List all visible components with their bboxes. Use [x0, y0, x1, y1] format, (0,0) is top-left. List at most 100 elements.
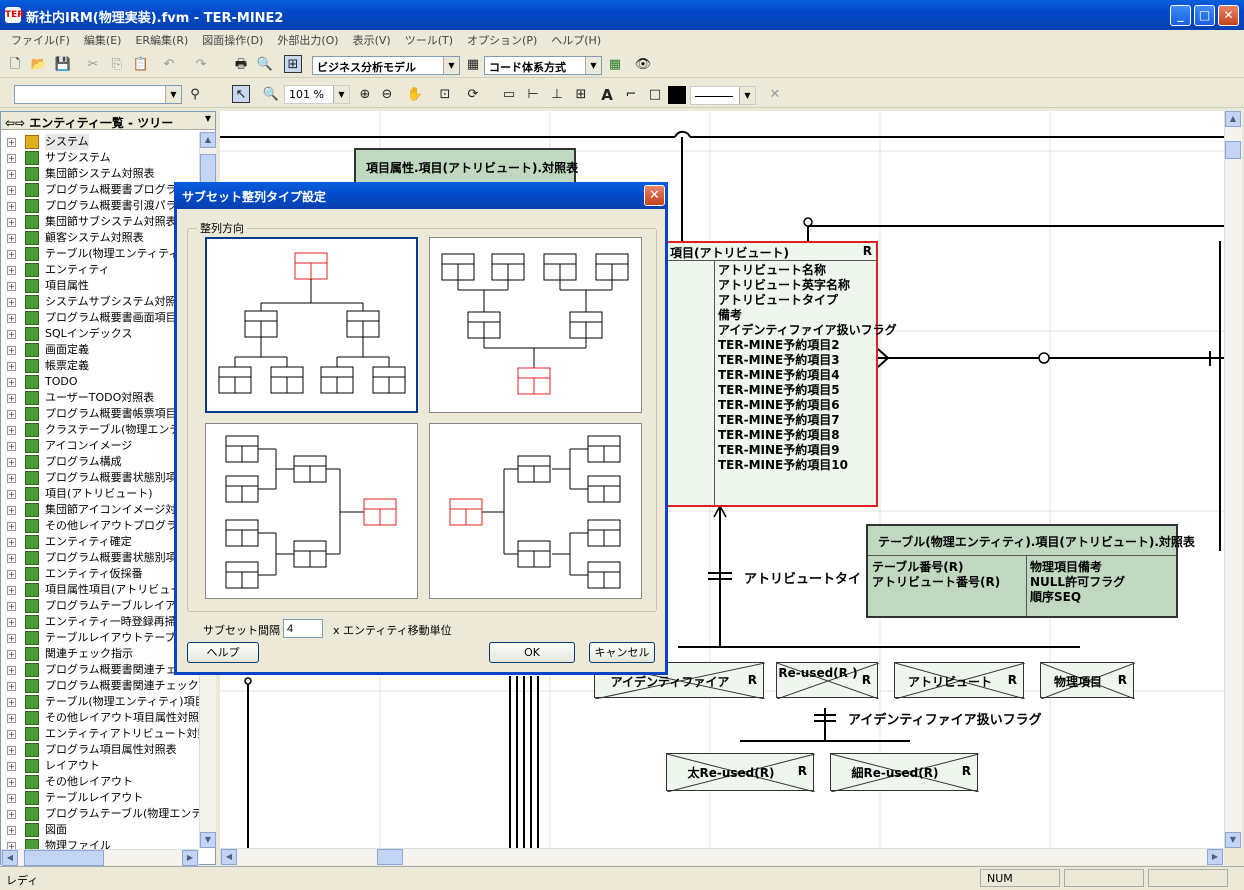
tree-item[interactable]: + 集団節サブシステム対照表 — [1, 214, 199, 230]
align-option-top-down[interactable] — [205, 237, 418, 413]
tree-item[interactable]: + プログラム項目属性対照表 — [1, 742, 199, 758]
canvas-hscrollbar[interactable]: ◀ ▶ — [220, 848, 1224, 865]
zoom-in-icon[interactable]: ⊕ — [356, 86, 374, 104]
expand-icon[interactable]: + — [7, 554, 16, 563]
scroll-down-icon[interactable]: ▼ — [200, 832, 216, 848]
copy-icon[interactable]: ⎘ — [108, 56, 126, 74]
entity-table-attr-map[interactable]: テーブル(物理エンティティ).項目(アトリビュート).対照表 テーブル番号(R)… — [866, 524, 1195, 618]
menu-file[interactable]: ファイル(F) — [4, 32, 77, 48]
minimize-button[interactable]: _ — [1170, 5, 1191, 26]
pointer-icon[interactable]: ↖ — [232, 85, 250, 103]
entity-item-attribute[interactable]: 項目(アトリビュート) R アトリビュート名称 アトリビュート英字名称 アトリビュート… — [660, 241, 897, 507]
menu-options[interactable]: オプション(P) — [460, 32, 544, 48]
tree-item[interactable]: + エンティティ確定 — [1, 534, 199, 550]
expand-icon[interactable]: + — [7, 266, 16, 275]
color-picker-icon[interactable] — [668, 86, 686, 104]
tree-item[interactable]: + エンティティアトリビュート対照表 — [1, 726, 215, 742]
menu-edit[interactable]: 編集(E) — [77, 32, 129, 48]
tree-item[interactable]: + エンティティ一時登録再掃 — [1, 614, 199, 630]
print-preview-icon[interactable]: 🔍 — [256, 56, 274, 74]
refresh-icon[interactable]: ⟳ — [464, 86, 482, 104]
entity-attr-property-map[interactable]: 項目属性.項目(アトリビュート).対照表 — [354, 148, 578, 184]
subset-tool-icon[interactable]: ⊥ — [548, 86, 566, 104]
expand-icon[interactable]: + — [7, 410, 16, 419]
expand-icon[interactable]: + — [7, 362, 16, 371]
maximize-button[interactable]: □ — [1194, 5, 1215, 26]
scroll-left-icon[interactable]: ◀ — [221, 849, 237, 865]
menu-help[interactable]: ヘルプ(H) — [544, 32, 608, 48]
subtype-thick-reused[interactable]: 太Re-used(R) R — [666, 753, 815, 792]
delete-icon[interactable]: ✕ — [766, 86, 784, 104]
expand-icon[interactable]: + — [7, 250, 16, 259]
expand-icon[interactable]: + — [7, 762, 16, 771]
redo-icon[interactable]: ↷ — [192, 56, 210, 74]
tree-item[interactable]: + プログラム概要書帳票項目 — [1, 406, 199, 422]
expand-icon[interactable]: + — [7, 698, 16, 707]
tree-item[interactable]: + 顧客システム対照表 — [1, 230, 199, 246]
line-tool-icon[interactable]: ⌐ — [622, 86, 640, 104]
expand-icon[interactable]: + — [7, 746, 16, 755]
code-icon[interactable]: ▦ — [464, 56, 482, 74]
expand-icon[interactable]: + — [7, 154, 16, 163]
hand-icon[interactable]: ✋ — [406, 86, 424, 104]
scroll-left-icon[interactable]: ◀ — [2, 850, 18, 866]
scroll-up-icon[interactable]: ▲ — [1225, 111, 1241, 127]
tree-item[interactable]: + 帳票定義 — [1, 358, 199, 374]
expand-icon[interactable]: + — [7, 218, 16, 227]
tree-item[interactable]: + 図面 — [1, 822, 199, 838]
expand-icon[interactable]: + — [7, 634, 16, 643]
menu-diagram[interactable]: 図面操作(D) — [195, 32, 270, 48]
align-option-right-left[interactable] — [429, 423, 642, 599]
expand-icon[interactable]: + — [7, 506, 16, 515]
code-select[interactable]: コード体系方式 ▼ — [484, 56, 602, 75]
tree-item[interactable]: + プログラム概要書画面項目 — [1, 310, 199, 326]
zoom-out-icon[interactable]: ⊖ — [378, 86, 396, 104]
subtype-attribute[interactable]: アトリビュート R — [894, 662, 1025, 699]
cut-icon[interactable]: ✂ — [84, 56, 102, 74]
rect-tool-icon[interactable]: □ — [646, 86, 664, 104]
tree-item[interactable]: + テーブルレイアウト — [1, 790, 199, 806]
expand-icon[interactable]: + — [7, 602, 16, 611]
expand-icon[interactable]: + — [7, 170, 16, 179]
align-tool-icon[interactable]: ⊞ — [572, 86, 590, 104]
subtype-physical-item[interactable]: 物理項目 R — [1040, 662, 1135, 699]
subtype-thin-reused[interactable]: 細Re-used(R) R — [830, 753, 979, 792]
tree-item[interactable]: + クラステーブル(物理エンティ — [1, 422, 199, 438]
tree-item[interactable]: + プログラム概要書プログラム — [1, 182, 199, 198]
canvas-vscrollbar[interactable]: ▲ ▼ — [1224, 111, 1242, 848]
binoculars-icon[interactable]: 👁 — [634, 56, 652, 74]
expand-icon[interactable]: + — [7, 378, 16, 387]
menu-tools[interactable]: ツール(T) — [398, 32, 460, 48]
tree-item[interactable]: + 項目(アトリビュート) — [1, 486, 199, 502]
expand-icon[interactable]: + — [7, 282, 16, 291]
expand-icon[interactable]: + — [7, 794, 16, 803]
hscroll-thumb[interactable] — [24, 850, 104, 866]
scroll-right-icon[interactable]: ▶ — [182, 850, 198, 866]
expand-icon[interactable]: + — [7, 714, 16, 723]
tree-item[interactable]: + その他レイアウト項目属性対照表 — [1, 710, 210, 726]
tree-item[interactable]: + 項目属性 — [1, 278, 199, 294]
tree-item[interactable]: + テーブル(物理エンティティ) — [1, 246, 199, 262]
expand-icon[interactable]: + — [7, 650, 16, 659]
tree-item[interactable]: + 画面定義 — [1, 342, 199, 358]
expand-icon[interactable]: + — [7, 586, 16, 595]
new-icon[interactable]: 🗋 — [6, 56, 24, 74]
expand-icon[interactable]: + — [7, 186, 16, 195]
menu-er-edit[interactable]: ER編集(R) — [128, 32, 195, 48]
tree-item[interactable]: + プログラム概要書関連チェッ — [1, 662, 199, 678]
expand-icon[interactable]: + — [7, 522, 16, 531]
tree-item[interactable]: + エンティティ仮採番 — [1, 566, 199, 582]
tree-item[interactable]: + プログラム概要書引渡パラメ — [1, 198, 199, 214]
text-tool-icon[interactable]: A — [598, 86, 616, 104]
tree-item[interactable]: + その他レイアウト — [1, 774, 199, 790]
menu-export[interactable]: 外部出力(O) — [270, 32, 345, 48]
hscroll-thumb[interactable] — [377, 849, 403, 865]
scroll-right-icon[interactable]: ▶ — [1207, 849, 1223, 865]
spacing-input[interactable] — [283, 619, 323, 638]
tree-item[interactable]: + プログラム概要書関連チェック指 — [1, 678, 210, 694]
entity-tool-icon[interactable]: ▭ — [500, 86, 518, 104]
expand-icon[interactable]: + — [7, 394, 16, 403]
subtype-reused[interactable]: Re-used(R ) R — [776, 662, 879, 699]
expand-icon[interactable]: + — [7, 298, 16, 307]
scroll-up-icon[interactable]: ▲ — [200, 132, 216, 148]
